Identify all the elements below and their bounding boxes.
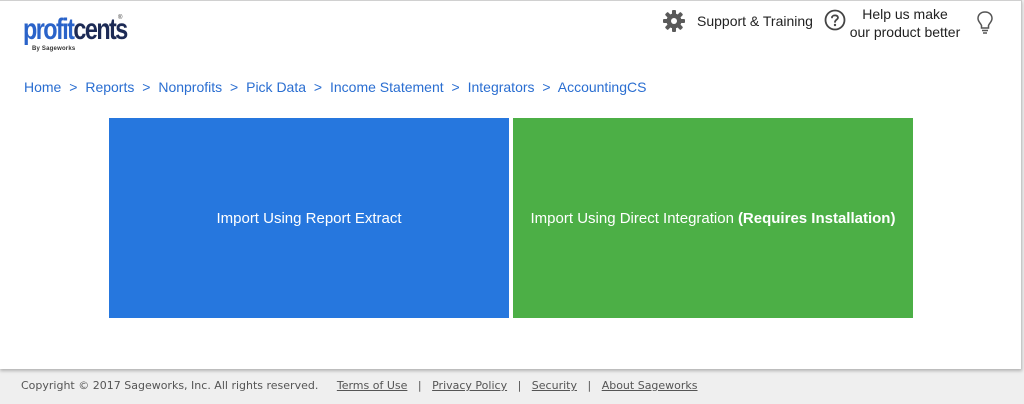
terms-of-use-link[interactable]: Terms of Use	[337, 379, 408, 392]
breadcrumb-reports[interactable]: Reports	[85, 79, 134, 95]
breadcrumb-separator: >	[542, 79, 551, 95]
support-training-label: Support & Training	[697, 13, 813, 29]
privacy-policy-link[interactable]: Privacy Policy	[432, 379, 507, 392]
footer-separator: |	[587, 379, 592, 392]
footer: Copyright © 2017 Sageworks, Inc. All rig…	[21, 379, 698, 392]
breadcrumb-nonprofits[interactable]: Nonprofits	[158, 79, 222, 95]
breadcrumb-pick-data[interactable]: Pick Data	[246, 79, 306, 95]
support-training-link[interactable]: Support & Training	[662, 9, 813, 33]
requires-installation-note: (Requires Installation)	[737, 209, 896, 227]
profitcents-logo[interactable]: profitcents ® By Sageworks	[23, 13, 128, 55]
app-window: profitcents ® By Sageworks Support & Tra…	[0, 0, 1022, 369]
breadcrumb-separator: >	[451, 79, 460, 95]
breadcrumb-separator: >	[69, 79, 78, 95]
copyright-text: Copyright © 2017 Sageworks, Inc. All rig…	[21, 379, 319, 392]
breadcrumb-separator: >	[142, 79, 151, 95]
breadcrumb-separator: >	[230, 79, 239, 95]
security-link[interactable]: Security	[532, 379, 577, 392]
footer-separator: |	[517, 379, 522, 392]
import-report-extract-button[interactable]: Import Using Report Extract	[109, 118, 509, 318]
import-direct-integration-button[interactable]: Import Using Direct Integration (Require…	[513, 118, 913, 318]
breadcrumb-income-statement[interactable]: Income Statement	[330, 79, 444, 95]
import-report-extract-label: Import Using Report Extract	[216, 209, 402, 227]
breadcrumb: Home > Reports > Nonprofits > Pick Data …	[24, 79, 646, 95]
breadcrumb-integrators[interactable]: Integrators	[468, 79, 535, 95]
gear-icon	[663, 10, 685, 32]
breadcrumb-separator: >	[313, 79, 323, 95]
import-direct-integration-label: Import Using Direct Integration	[530, 209, 734, 227]
logo-tagline: By Sageworks	[32, 46, 76, 52]
feedback-line-1: Help us make	[862, 6, 948, 22]
footer-separator: |	[417, 379, 422, 392]
lightbulb-icon[interactable]	[976, 10, 994, 36]
help-question-icon[interactable]	[824, 9, 846, 31]
logo-trademark: ®	[118, 15, 123, 21]
about-sageworks-link[interactable]: About Sageworks	[602, 379, 698, 392]
logo-word-profit: profit	[23, 13, 75, 46]
breadcrumb-home[interactable]: Home	[24, 79, 61, 95]
breadcrumb-accountingcs[interactable]: AccountingCS	[558, 79, 647, 95]
feedback-line-2: our product better	[849, 24, 961, 40]
feedback-link[interactable]: Help us make our product better	[844, 5, 966, 41]
